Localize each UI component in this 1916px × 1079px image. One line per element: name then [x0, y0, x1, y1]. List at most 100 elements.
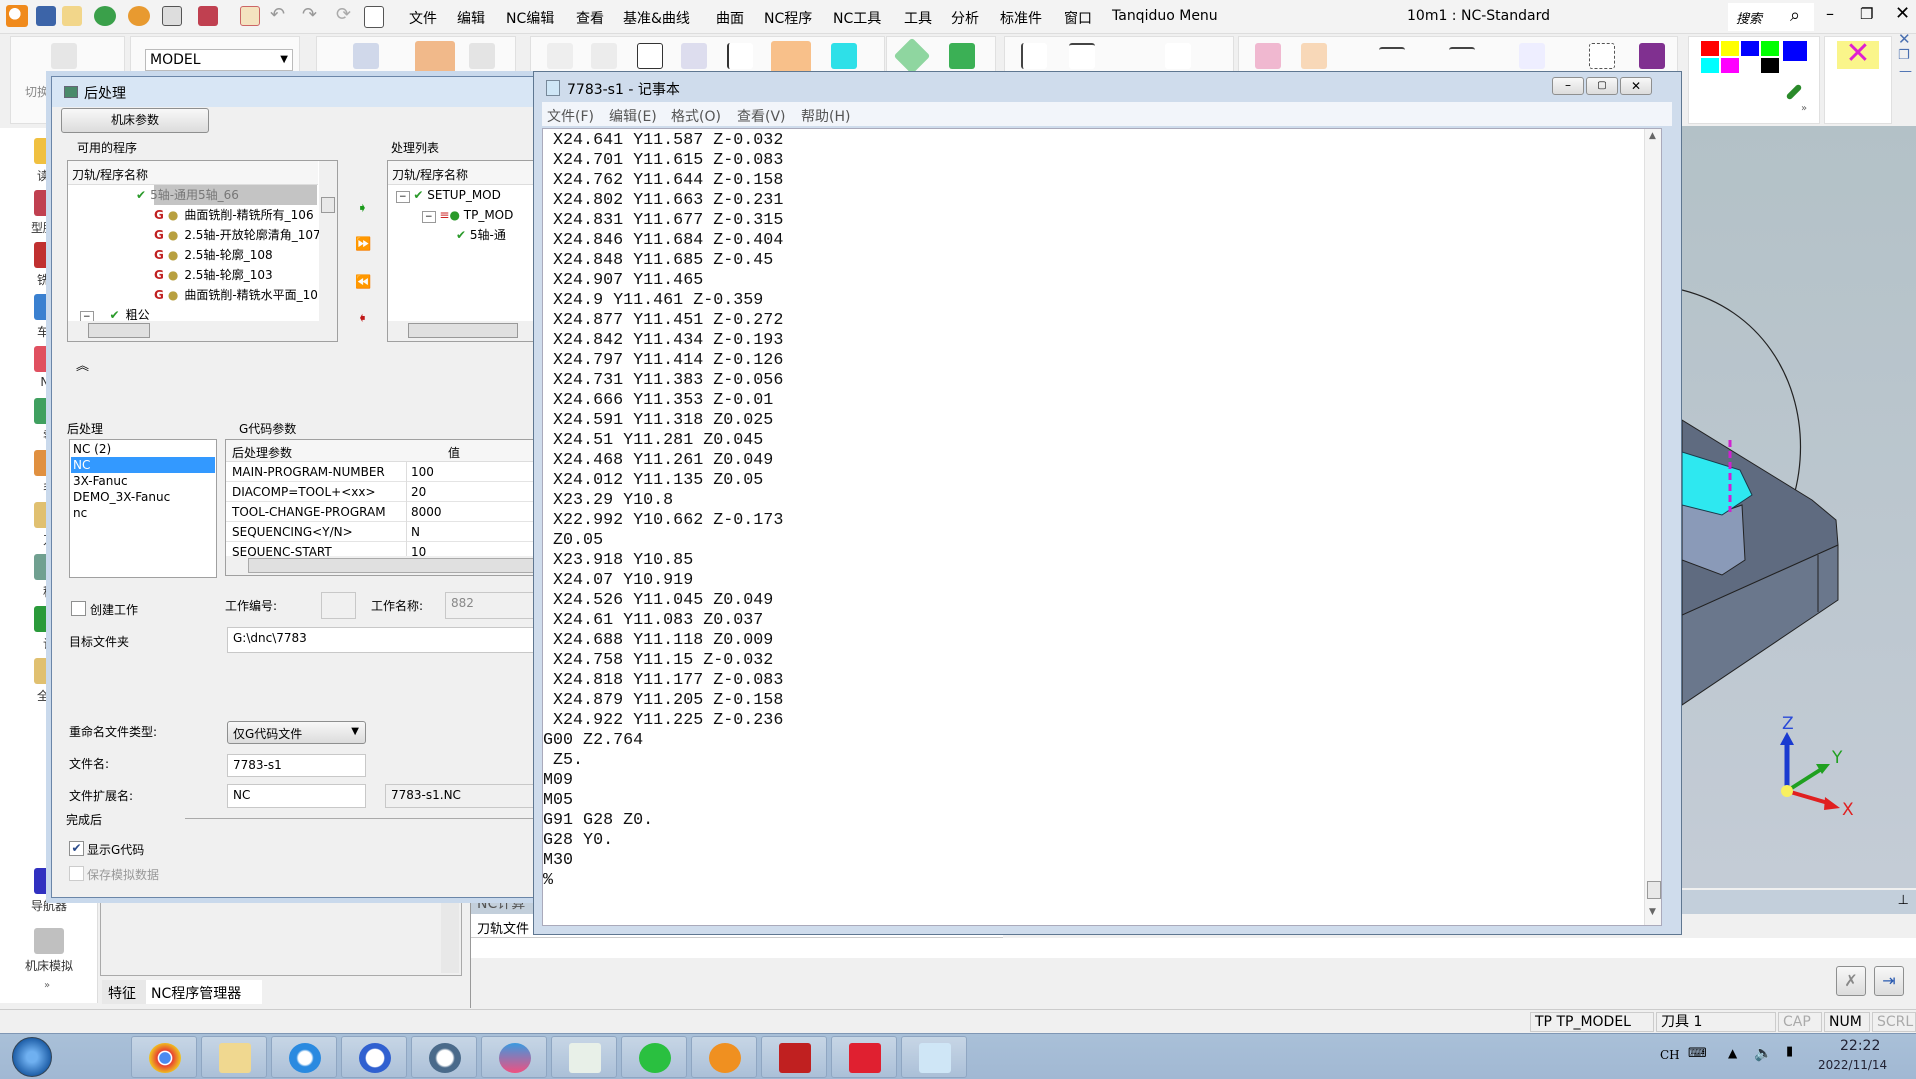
- palette-color-swatch[interactable]: [1761, 58, 1779, 73]
- expand-icon[interactable]: »: [1801, 103, 1807, 114]
- menu-file[interactable]: 文件: [409, 8, 437, 28]
- sidebar-item[interactable]: 机床模拟: [0, 928, 98, 974]
- taskbar-app-wechat[interactable]: [621, 1036, 687, 1078]
- palette-color-swatch[interactable]: [1741, 58, 1759, 73]
- tool-path-icon[interactable]: [353, 43, 379, 69]
- available-vscroll[interactable]: [319, 161, 337, 321]
- available-program-row[interactable]: G ● 2.5轴-轮廓_108: [154, 245, 273, 265]
- post-processor-item[interactable]: nc: [71, 505, 215, 521]
- dimension-icon[interactable]: [1379, 47, 1405, 61]
- menu-nc-program[interactable]: NC程序: [764, 8, 812, 28]
- shade-icon[interactable]: [1255, 43, 1281, 69]
- corner-icon[interactable]: [1069, 43, 1095, 69]
- tool-holder-icon[interactable]: [415, 41, 455, 75]
- paint-icon[interactable]: [1639, 43, 1665, 69]
- panel-minimize-icon[interactable]: —: [1899, 64, 1912, 79]
- available-hscroll[interactable]: [68, 321, 337, 341]
- list-icon[interactable]: [364, 6, 384, 28]
- gcode-hscroll[interactable]: [226, 556, 544, 575]
- clock-date[interactable]: 2022/11/14: [1818, 1058, 1887, 1072]
- post-processor-item[interactable]: 3X-Fanuc: [71, 473, 215, 489]
- gcode-param-value[interactable]: 8000: [406, 502, 442, 522]
- volume-icon[interactable]: 🔈: [1754, 1044, 1773, 1062]
- add-arrow-icon[interactable]: ➧: [357, 201, 368, 216]
- restore-icon[interactable]: ❐: [1860, 5, 1873, 23]
- available-program-row[interactable]: G ● 曲面铣削-精铣水平面_10: [154, 285, 318, 305]
- menu-nc-tools[interactable]: NC工具: [833, 8, 881, 28]
- palette-color-swatch[interactable]: [1761, 41, 1779, 56]
- clear-selection-icon[interactable]: ✕: [1837, 39, 1879, 69]
- taskbar-app-app-5[interactable]: [411, 1036, 477, 1078]
- process-hscroll[interactable]: [388, 321, 548, 341]
- line-icon[interactable]: [1021, 43, 1047, 69]
- np-menu-view[interactable]: 查看(V): [737, 106, 786, 126]
- gcode-param-value[interactable]: 20: [406, 482, 426, 502]
- network-icon[interactable]: ▮: [1786, 1044, 1793, 1059]
- stock-icon[interactable]: [469, 43, 495, 69]
- gcode-param-value[interactable]: N: [406, 522, 420, 542]
- search-icon[interactable]: ⌕: [1790, 5, 1800, 26]
- menu-edit[interactable]: 编辑: [457, 8, 485, 28]
- post-processor-item[interactable]: NC (2): [71, 441, 215, 457]
- palette-color-swatch[interactable]: [1721, 58, 1739, 73]
- measure-icon[interactable]: [727, 43, 753, 69]
- post-processor-item[interactable]: NC: [71, 457, 215, 473]
- available-program-row[interactable]: G ● 2.5轴-开放轮廓清角_107: [154, 225, 321, 245]
- axis-icon[interactable]: [1165, 43, 1191, 69]
- show-gcode-checkbox[interactable]: ✔: [69, 841, 84, 856]
- menu-tanqiduo[interactable]: Tanqiduo Menu: [1112, 8, 1218, 24]
- tab-feature[interactable]: 特征: [102, 980, 146, 1004]
- keyboard-icon[interactable]: ⌨: [1688, 1046, 1707, 1061]
- available-program-row[interactable]: G ● 2.5轴-轮廓_103: [154, 265, 273, 285]
- np-menu-help[interactable]: 帮助(H): [801, 106, 850, 126]
- model-combo[interactable]: MODEL ▼: [145, 49, 293, 71]
- refresh-icon[interactable]: ⟳: [336, 4, 351, 25]
- create-job-checkbox[interactable]: [71, 601, 86, 616]
- cyan-tool-icon[interactable]: [831, 43, 857, 69]
- surface-icon[interactable]: [949, 43, 975, 69]
- sidebar-more-icon[interactable]: »: [44, 980, 50, 991]
- process-row[interactable]: − ≡● TP_MOD: [422, 205, 513, 225]
- collapse-icon[interactable]: ︽: [76, 355, 89, 374]
- panel-icon[interactable]: [681, 43, 707, 69]
- scroll-up-icon[interactable]: ▲: [1649, 131, 1656, 141]
- machine-params-button[interactable]: 机床参数: [61, 108, 209, 133]
- view-icon[interactable]: [1519, 43, 1545, 69]
- scroll-thumb[interactable]: [1647, 881, 1661, 899]
- gcode-param-row[interactable]: SEQUENCING<Y/N> N: [226, 522, 544, 542]
- remove-arrow-icon[interactable]: ➧: [357, 311, 368, 326]
- cancel-calc-button[interactable]: ✗: [1836, 966, 1866, 996]
- taskbar-app-abc[interactable]: [481, 1036, 547, 1078]
- palette-color-swatch[interactable]: [1741, 41, 1759, 56]
- clock-time[interactable]: 22:22: [1840, 1038, 1880, 1054]
- taskbar-app-notepad[interactable]: [901, 1036, 967, 1078]
- add-all-arrow-icon[interactable]: ⏩: [355, 237, 371, 252]
- np-menu-edit[interactable]: 编辑(E): [609, 106, 657, 126]
- minimize-icon[interactable]: –: [1826, 4, 1834, 23]
- gcode-param-row[interactable]: DIACOMP=TOOL+<xx> 20: [226, 482, 544, 502]
- current-color-swatch[interactable]: [1783, 41, 1807, 61]
- window-icon[interactable]: [637, 43, 663, 69]
- palette-color-swatch[interactable]: [1721, 41, 1739, 56]
- eyedropper-icon[interactable]: [1785, 83, 1803, 101]
- process-row[interactable]: − ✔ SETUP_MOD: [396, 185, 501, 205]
- taskbar-app-solidworks[interactable]: [761, 1036, 827, 1078]
- menu-analysis[interactable]: 分析: [951, 8, 979, 28]
- save-icon[interactable]: [36, 6, 56, 26]
- shade-light-icon[interactable]: [1301, 43, 1327, 69]
- taskbar-app-xmind[interactable]: [831, 1036, 897, 1078]
- switch-icon[interactable]: [51, 43, 77, 69]
- search-box[interactable]: 搜索 ⌕: [1728, 3, 1814, 31]
- open-icon[interactable]: [62, 6, 82, 26]
- tool-orange-icon[interactable]: [128, 6, 150, 26]
- job-name-field[interactable]: 882: [445, 592, 545, 619]
- np-menu-format[interactable]: 格式(O): [671, 106, 721, 126]
- scroll-down-icon[interactable]: ▼: [1649, 907, 1656, 917]
- menu-nc-edit[interactable]: NC编辑: [506, 8, 554, 28]
- notepad-minimize-button[interactable]: –: [1552, 77, 1584, 95]
- notepad-close-button[interactable]: ✕: [1620, 77, 1652, 95]
- help-icon[interactable]: [591, 43, 617, 69]
- gcode-param-value[interactable]: 100: [406, 462, 434, 482]
- file-ext-field[interactable]: NC: [227, 784, 366, 808]
- 3d-viewport[interactable]: Z Y X: [1681, 126, 1916, 888]
